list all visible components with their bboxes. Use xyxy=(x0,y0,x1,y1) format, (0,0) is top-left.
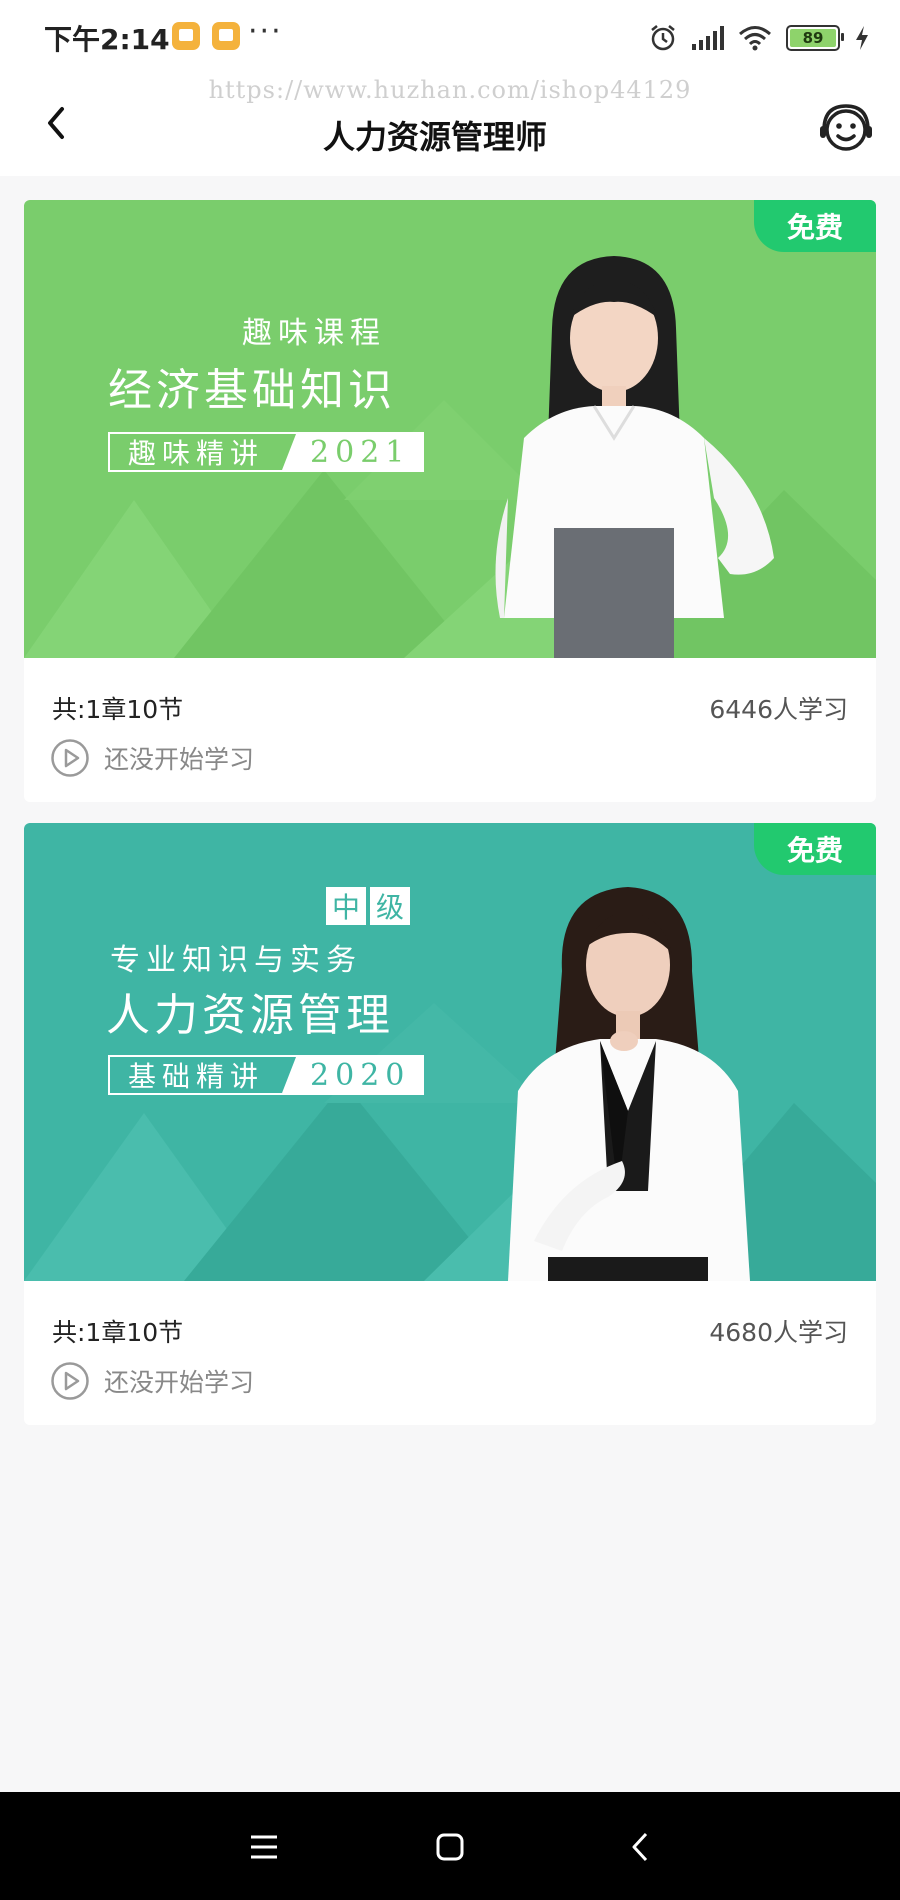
banner-level-char: 中 xyxy=(326,887,366,925)
study-status[interactable]: 还没开始学习 xyxy=(50,1361,254,1401)
notification-app-icon xyxy=(172,22,200,50)
banner-tag-label: 趣味精讲 xyxy=(128,437,265,470)
chapter-count: 共:1章10节 xyxy=(52,695,184,724)
battery-icon: 89 xyxy=(786,25,844,51)
nav-menu-button[interactable] xyxy=(234,1822,294,1872)
study-status-label: 还没开始学习 xyxy=(104,745,255,774)
status-time: 下午2:14 xyxy=(44,23,170,56)
page-title: 人力资源管理师 xyxy=(322,118,547,156)
banner-tagline: 趣味精讲 2021 xyxy=(108,432,425,472)
learner-count: 4680人学习 xyxy=(709,1318,848,1347)
app-header: https://www.huzhan.com/ishop44129 人力资源管理… xyxy=(0,76,900,176)
back-chevron-icon xyxy=(632,1832,648,1862)
course-banner[interactable]: 免费 中 级 专业知识与实务 人力资源管理 基础精讲 2020 xyxy=(24,823,876,1281)
banner-subtitle: 专业知识与实务 xyxy=(110,943,362,978)
course-info: 共:1章10节 4680人学习 还没开始学习 xyxy=(24,1281,876,1425)
banner-level: 中 级 xyxy=(326,887,410,925)
learner-count: 6446人学习 xyxy=(709,695,848,724)
banner-tag-year: 2020 xyxy=(282,1057,423,1093)
course-card[interactable]: 免费 趣味课程 经济基础知识 趣味精讲 2021 共:1章10节 6446人学习 xyxy=(24,200,876,802)
instructor-photo xyxy=(508,887,750,1281)
alarm-icon xyxy=(651,25,675,51)
nav-home-button[interactable] xyxy=(420,1822,480,1872)
menu-icon xyxy=(251,1835,277,1859)
banner-tag-label: 基础精讲 xyxy=(128,1060,265,1093)
play-circle-icon xyxy=(51,1362,89,1400)
home-square-icon xyxy=(436,1833,464,1861)
banner-subtitle: 趣味课程 xyxy=(242,316,386,351)
status-bar: 下午2:14 ··· 89 xyxy=(0,0,900,76)
chapter-count: 共:1章10节 xyxy=(52,1318,184,1347)
watermark-text: https://www.huzhan.com/ishop44129 xyxy=(208,76,692,104)
status-icons: 89 xyxy=(648,18,870,58)
course-banner[interactable]: 免费 趣味课程 经济基础知识 趣味精讲 2021 xyxy=(24,200,876,658)
instructor-photo xyxy=(495,256,774,658)
banner-level-char: 级 xyxy=(370,887,410,925)
more-notifications-icon: ··· xyxy=(248,14,283,49)
wifi-icon xyxy=(739,26,771,51)
charging-icon xyxy=(856,26,868,50)
banner-tag-year: 2021 xyxy=(282,434,423,470)
course-card[interactable]: 免费 中 级 专业知识与实务 人力资源管理 基础精讲 2020 共:1章10节 … xyxy=(24,823,876,1425)
system-navigation-bar xyxy=(0,1792,900,1900)
customer-service-icon[interactable] xyxy=(816,98,876,158)
study-status[interactable]: 还没开始学习 xyxy=(50,738,254,778)
battery-level: 89 xyxy=(802,29,824,47)
notification-app-icon xyxy=(212,22,240,50)
play-circle-icon xyxy=(51,739,89,777)
nav-back-button[interactable] xyxy=(610,1822,670,1872)
signal-icon xyxy=(692,26,724,50)
study-status-label: 还没开始学习 xyxy=(104,1368,255,1397)
banner-title: 人力资源管理 xyxy=(106,990,394,1041)
course-info: 共:1章10节 6446人学习 还没开始学习 xyxy=(24,658,876,802)
banner-title: 经济基础知识 xyxy=(108,365,396,416)
banner-tagline: 基础精讲 2020 xyxy=(108,1055,425,1095)
